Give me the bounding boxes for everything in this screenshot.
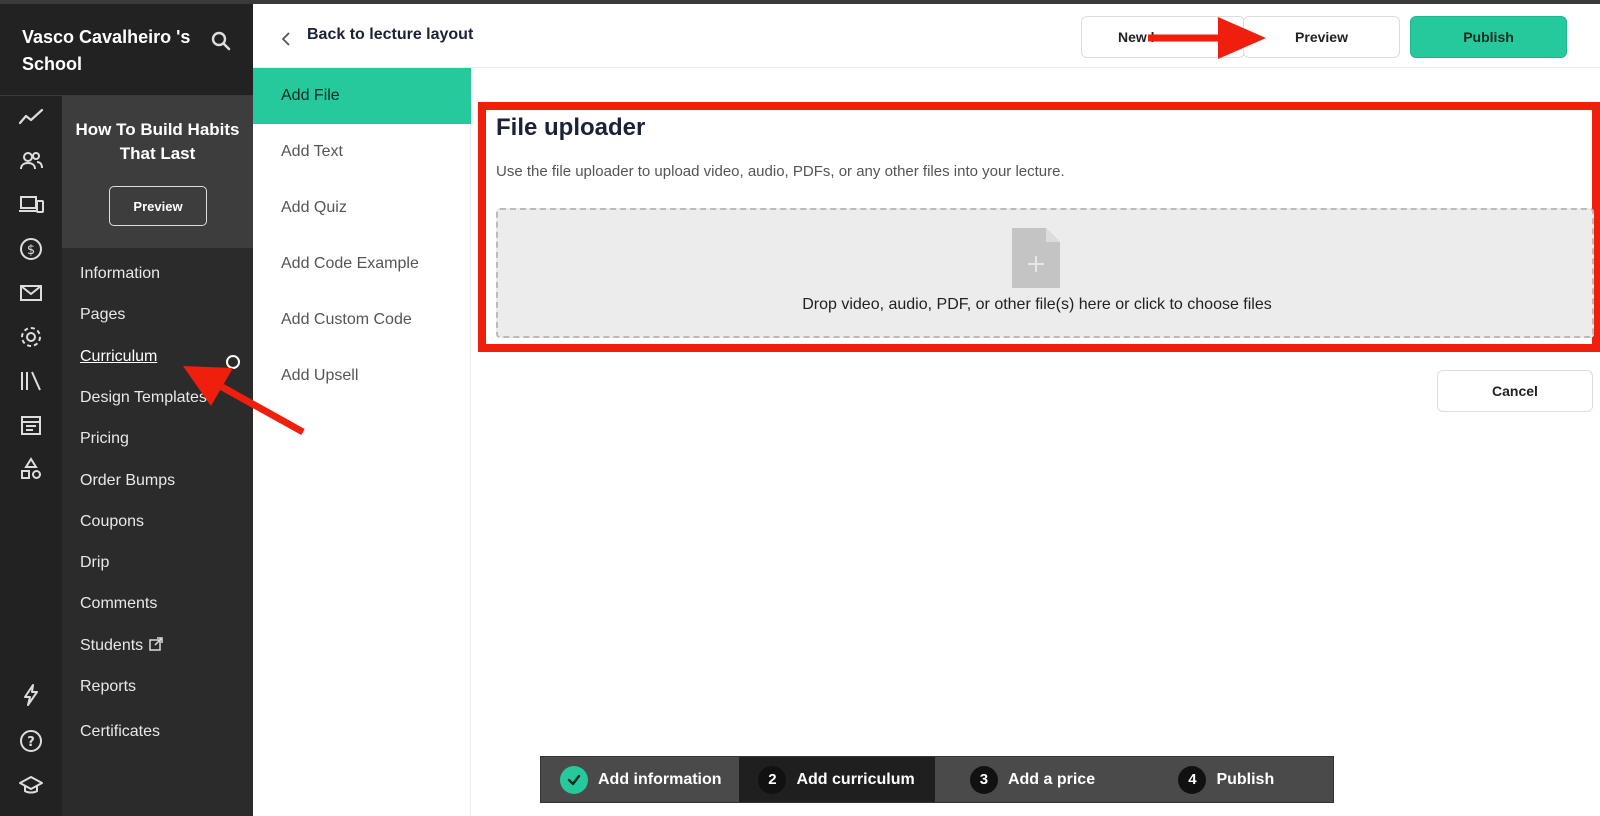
menu-item-drip[interactable]: Drip [80,553,109,573]
main-content: Back to lecture layout New l Preview Pub… [253,4,1600,816]
svg-text:$: $ [27,243,35,258]
menu-item-coupons[interactable]: Coupons [80,512,144,532]
check-icon [560,765,588,794]
mail-icon[interactable] [18,280,44,306]
school-name: Vasco Cavalheiro 's School [22,27,191,74]
step-label: Add a price [1007,770,1096,788]
users-icon[interactable] [18,148,44,174]
external-link-icon [149,637,163,651]
uploader-title: File uploader [496,114,646,141]
school-header: Vasco Cavalheiro 's School [0,4,253,96]
subnav-add-file[interactable]: Add File [253,68,471,124]
search-icon[interactable] [210,30,232,52]
menu-item-students-label: Students [80,637,144,654]
publish-button[interactable]: Publish [1410,16,1567,58]
file-dropzone[interactable]: Drop video, audio, PDF, or other file(s)… [496,208,1594,338]
menu-item-order-bumps[interactable]: Order Bumps [80,471,175,491]
menu-item-students[interactable]: Students [80,636,163,656]
progress-stepper: Add information 2 Add curriculum 3 Add a… [540,756,1334,803]
step-add-a-price[interactable]: 3 Add a price [935,757,1144,802]
uploader-description: Use the file uploader to upload video, a… [496,163,1065,180]
file-add-icon [1010,226,1062,290]
back-link[interactable]: Back to lecture layout [279,22,473,48]
svg-text:?: ? [27,735,35,750]
top-bar: Back to lecture layout New l Preview Pub… [253,4,1600,68]
dollar-icon[interactable]: $ [18,236,44,262]
step-label: Add information [598,770,722,788]
lightning-icon[interactable] [18,682,44,708]
status-indicator [226,355,240,369]
back-link-label: Back to lecture layout [307,26,474,43]
calendar-icon[interactable] [18,412,44,438]
step-add-information[interactable]: Add information [541,757,739,802]
subnav-add-custom-code[interactable]: Add Custom Code [253,292,471,348]
step-number: 2 [758,765,787,794]
analytics-icon[interactable] [18,104,44,130]
subnav-add-upsell[interactable]: Add Upsell [253,348,471,404]
chevron-left-icon [282,32,290,46]
course-header: How To Build Habits That Last Preview [62,96,253,248]
menu-item-reports[interactable]: Reports [80,677,136,697]
step-number: 3 [969,765,998,794]
shapes-icon[interactable] [18,456,44,482]
help-icon[interactable]: ? [18,728,44,754]
step-add-curriculum[interactable]: 2 Add curriculum [739,757,935,802]
cancel-button[interactable]: Cancel [1437,370,1593,412]
preview-button[interactable]: Preview [1243,16,1400,58]
step-label: Add curriculum [796,770,915,788]
graduation-icon[interactable] [18,772,44,798]
step-label: Publish [1216,770,1275,788]
menu-item-information[interactable]: Information [80,264,160,284]
menu-item-pricing[interactable]: Pricing [80,429,129,449]
icon-rail: $ ? [0,4,62,816]
gear-icon[interactable] [18,324,44,350]
menu-item-certificates[interactable]: Certificates [80,722,160,742]
course-title: How To Build Habits That Last [75,120,240,163]
lecture-subnav: Add File Add Text Add Quiz Add Code Exam… [253,68,471,816]
menu-item-comments[interactable]: Comments [80,594,157,614]
library-icon[interactable] [18,368,44,394]
subnav-add-code-example[interactable]: Add Code Example [253,236,471,292]
step-publish[interactable]: 4 Publish [1144,757,1333,802]
menu-item-pages[interactable]: Pages [80,305,125,325]
new-lecture-button[interactable]: New l [1081,16,1245,58]
course-sidebar: How To Build Habits That Last Preview In… [62,96,253,816]
devices-icon[interactable] [18,192,44,218]
course-preview-button[interactable]: Preview [109,186,207,226]
file-uploader-panel: File uploader Use the file uploader to u… [478,102,1600,352]
step-number: 4 [1178,765,1207,794]
subnav-add-quiz[interactable]: Add Quiz [253,180,471,236]
subnav-add-text[interactable]: Add Text [253,124,471,180]
menu-item-design-templates[interactable]: Design Templates [80,388,207,408]
menu-item-curriculum[interactable]: Curriculum [80,347,157,367]
dropzone-text: Drop video, audio, PDF, or other file(s)… [802,296,1272,313]
